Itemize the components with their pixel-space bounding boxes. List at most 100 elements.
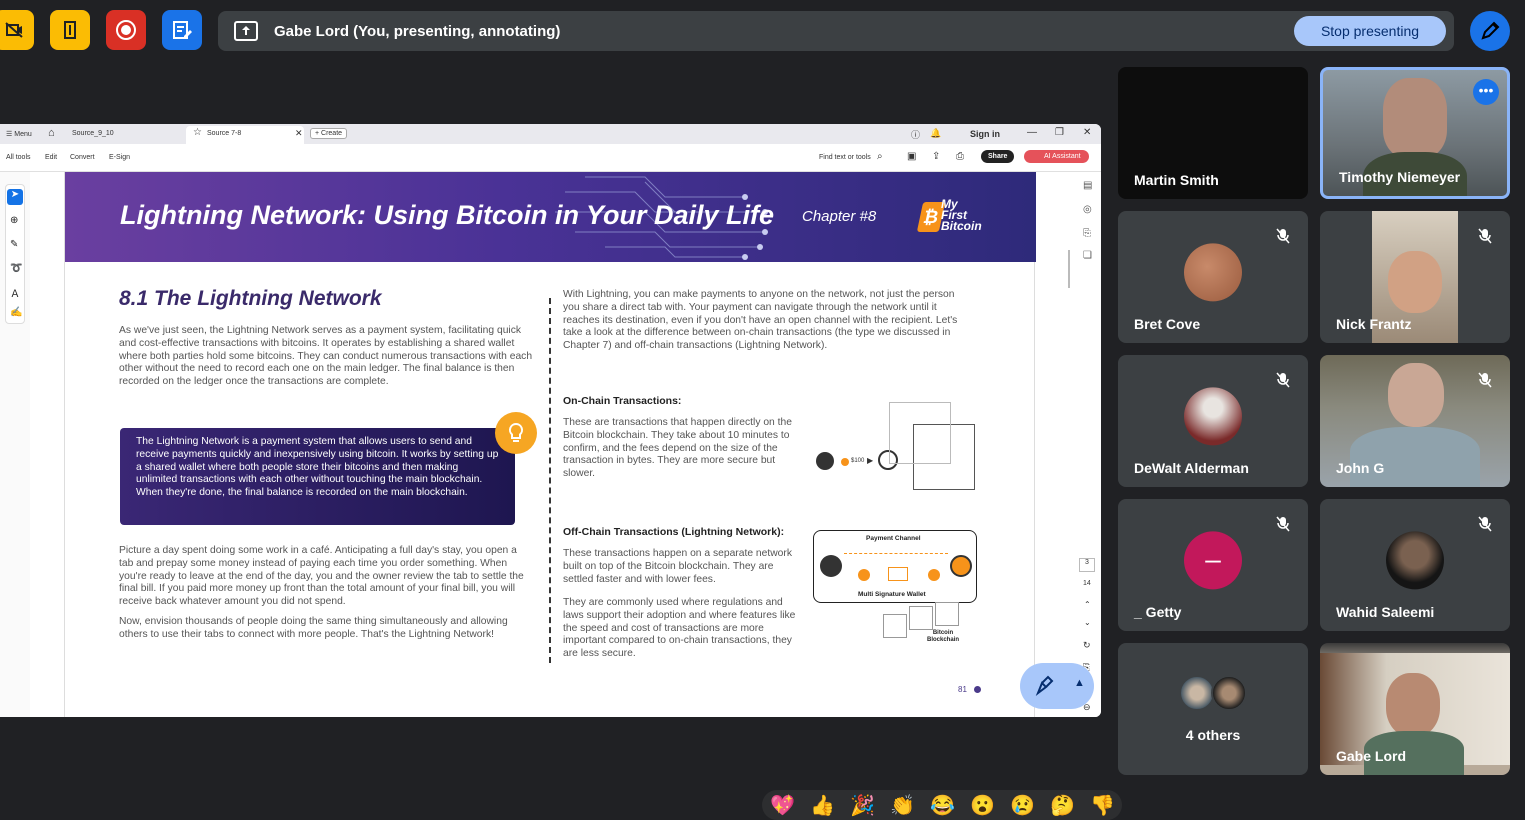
- clap-reaction[interactable]: 👏: [890, 793, 915, 818]
- thinking-reaction[interactable]: 🤔: [1050, 793, 1075, 818]
- upload-icon[interactable]: ⇪: [932, 151, 940, 162]
- annotation-fab[interactable]: ▲: [1020, 663, 1094, 709]
- close-window-icon[interactable]: ✕: [1083, 127, 1091, 138]
- search-icon[interactable]: ⌕: [877, 151, 883, 162]
- participant-tile-active[interactable]: ••• Timothy Niemeyer: [1320, 67, 1510, 199]
- chapter-label: Chapter #8: [802, 208, 877, 225]
- layout-button[interactable]: [50, 10, 90, 50]
- channel-box: Payment Channel Multi Signature Wallet: [813, 530, 977, 603]
- participant-tile[interactable]: Bret Cove: [1118, 211, 1308, 343]
- total-pages: 14: [1083, 580, 1091, 587]
- more-options-button[interactable]: •••: [1473, 79, 1499, 105]
- stop-presenting-button[interactable]: Stop presenting: [1294, 16, 1446, 46]
- record-button[interactable]: [106, 10, 146, 50]
- participant-tile[interactable]: – _ Getty: [1118, 499, 1308, 631]
- edit-menu[interactable]: Edit: [45, 154, 57, 161]
- callout-box: The Lightning Network is a payment syste…: [120, 428, 515, 525]
- notes-button[interactable]: [162, 10, 202, 50]
- page-down-icon[interactable]: ⌄: [1084, 618, 1091, 627]
- lasso-tool-icon[interactable]: ➰: [10, 263, 22, 274]
- arrow-icon: ▶: [867, 456, 874, 465]
- expand-up-icon[interactable]: ▲: [1074, 677, 1085, 689]
- tab-source-9-10[interactable]: Source_9_10: [72, 130, 114, 137]
- text-tool-icon[interactable]: Ａ: [10, 285, 20, 300]
- menu-button[interactable]: ☰ Menu: [6, 130, 32, 138]
- close-tab-icon[interactable]: ✕: [295, 128, 303, 139]
- reactions-bar: 💖 👍 🎉 👏 😂 😮 😢 🤔 👎: [762, 790, 1122, 820]
- pages-icon[interactable]: ❏: [1083, 250, 1092, 261]
- thumbs-down-reaction[interactable]: 👎: [1090, 793, 1115, 818]
- sad-reaction[interactable]: 😢: [1010, 793, 1035, 818]
- pdf-toolbar: All tools Edit Convert E-Sign Find text …: [0, 144, 1101, 172]
- annotate-button[interactable]: [1470, 11, 1510, 51]
- layers-icon[interactable]: ◎: [1083, 204, 1092, 215]
- participant-video: [1383, 78, 1447, 158]
- offchain-heading: Off-Chain Transactions (Lightning Networ…: [563, 526, 785, 538]
- participant-tile[interactable]: Wahid Saleemi: [1320, 499, 1510, 631]
- stamp-tool-icon[interactable]: ✍: [10, 307, 22, 318]
- pdf-page: Lightning Network: Using Bitcoin in Your…: [64, 172, 1036, 717]
- maximize-icon[interactable]: ❐: [1055, 127, 1064, 138]
- camera-off-button[interactable]: [0, 10, 34, 50]
- participant-name: Nick Frantz: [1336, 316, 1412, 332]
- participant-tile[interactable]: Martin Smith: [1118, 67, 1308, 199]
- intro-paragraph: As we've just seen, the Lightning Networ…: [119, 325, 533, 388]
- minimize-icon[interactable]: —: [1027, 127, 1037, 138]
- block-icon: [935, 602, 959, 626]
- column-divider: [549, 298, 551, 663]
- participant-video-face: [1388, 251, 1442, 313]
- right-party-icon: [950, 555, 972, 577]
- all-tools-menu[interactable]: All tools: [6, 154, 31, 161]
- surprised-reaction[interactable]: 😮: [970, 793, 995, 818]
- pencil-tool-icon[interactable]: ✎: [10, 239, 18, 250]
- zoom-tool-icon[interactable]: ⊕: [10, 215, 18, 226]
- notes-edit-icon: [173, 21, 192, 39]
- ai-assistant-button[interactable]: AI Assistant: [1024, 150, 1089, 163]
- mic-off-icon: [1276, 372, 1290, 388]
- help-icon[interactable]: ⓘ: [911, 128, 920, 141]
- doc-title: Lightning Network: Using Bitcoin in Your…: [120, 200, 775, 230]
- current-page-box[interactable]: 3: [1079, 558, 1095, 572]
- bookmark-icon[interactable]: ⎘: [1083, 228, 1091, 239]
- sign-in-link[interactable]: Sign in: [970, 129, 1000, 139]
- coin-icon: [858, 569, 870, 581]
- shared-screen: ☰ Menu ⌂ Source_9_10 ☆ Source 7-8 ✕ + Cr…: [0, 124, 1101, 717]
- tab-source-7-8[interactable]: Source 7-8: [207, 130, 241, 137]
- home-icon[interactable]: ⌂: [48, 127, 55, 139]
- participant-tile[interactable]: DeWalt Alderman: [1118, 355, 1308, 487]
- pen-icon: [1481, 21, 1500, 40]
- find-tools[interactable]: Find text or tools: [819, 154, 871, 161]
- others-tile[interactable]: 4 others: [1118, 643, 1308, 775]
- tab-active[interactable]: [186, 126, 304, 144]
- participant-name: Bret Cove: [1134, 316, 1201, 332]
- esign-menu[interactable]: E-Sign: [109, 154, 130, 161]
- comment-icon[interactable]: ▤: [1083, 180, 1092, 191]
- participant-tile[interactable]: Nick Frantz: [1320, 211, 1510, 343]
- participant-tile[interactable]: John G: [1320, 355, 1510, 487]
- chapter-header: Lightning Network: Using Bitcoin in Your…: [65, 172, 1036, 262]
- coin-icon: [928, 569, 940, 581]
- scroll-thumb[interactable]: [1068, 250, 1070, 288]
- bell-icon[interactable]: 🔔: [930, 128, 941, 139]
- self-tile[interactable]: Gabe Lord: [1320, 643, 1510, 775]
- mic-off-icon: [1276, 228, 1290, 244]
- thumbs-up-reaction[interactable]: 👍: [810, 793, 835, 818]
- print-icon[interactable]: ⎙: [956, 151, 964, 162]
- laugh-reaction[interactable]: 😂: [930, 793, 955, 818]
- annotation-pen-icon: [1035, 675, 1054, 696]
- page-up-icon[interactable]: ⌃: [1084, 600, 1091, 609]
- mic-off-icon: [1276, 516, 1290, 532]
- select-tool[interactable]: ➤: [7, 189, 23, 205]
- refresh-icon[interactable]: ↻: [1083, 640, 1091, 651]
- save-icon[interactable]: ▣: [907, 151, 916, 162]
- avatar: [1386, 531, 1444, 590]
- cafe-paragraph: Picture a day spent doing some work in a…: [119, 545, 524, 608]
- heart-reaction[interactable]: 💖: [770, 793, 795, 818]
- party-reaction[interactable]: 🎉: [850, 793, 875, 818]
- participant-name: Timothy Niemeyer: [1339, 169, 1461, 185]
- share-button[interactable]: Share: [981, 150, 1015, 163]
- convert-menu[interactable]: Convert: [70, 154, 95, 161]
- channel-line: [844, 553, 948, 554]
- mic-off-icon: [1478, 228, 1492, 244]
- create-tab-button[interactable]: + Create: [310, 128, 348, 139]
